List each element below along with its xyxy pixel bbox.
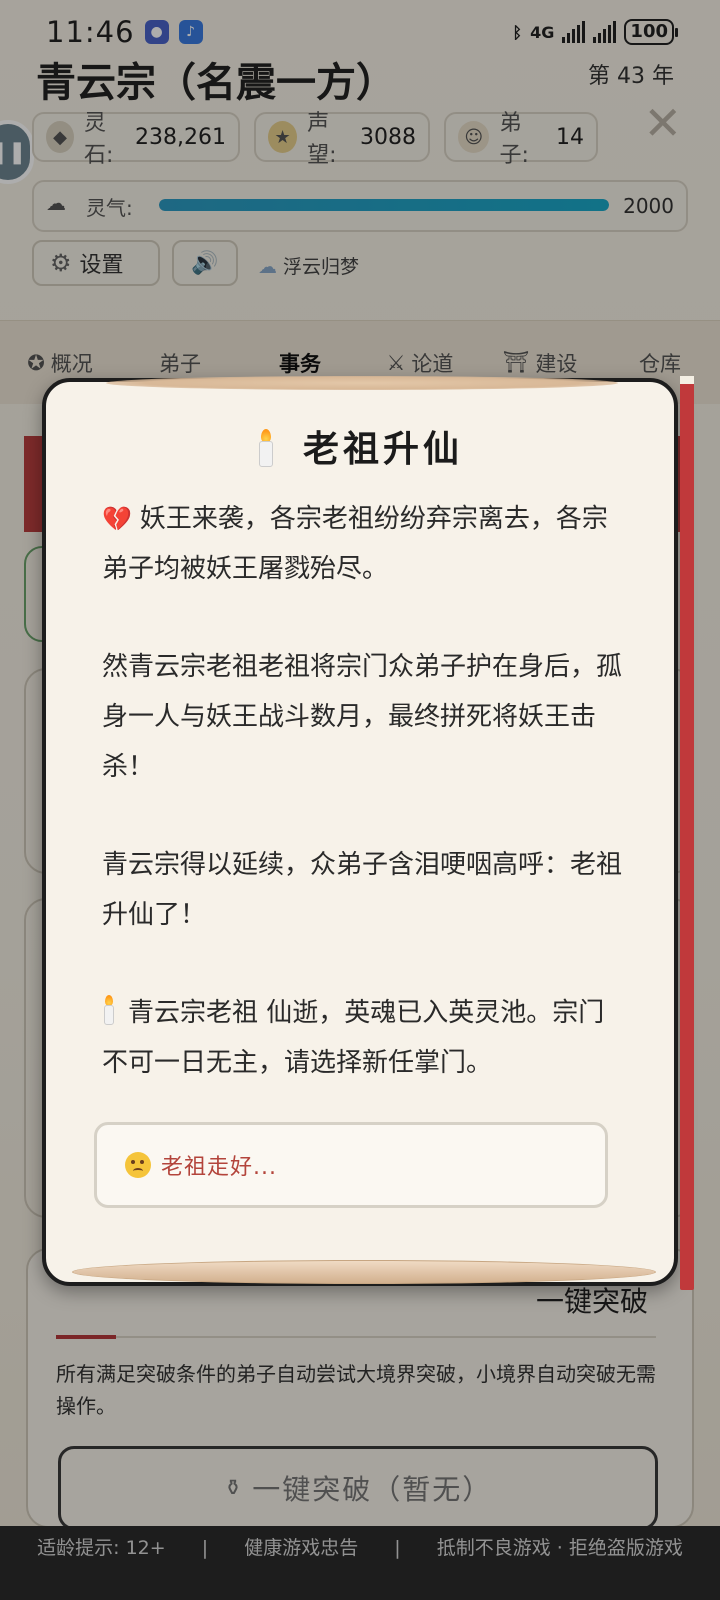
- scroll-bottom-roller: [72, 1260, 656, 1284]
- candle-small-icon: [102, 995, 116, 1025]
- story-paragraph-4-text: 青云宗老祖 仙逝，英魂已入英灵池。宗门不可一日无主，请选择新任掌门。: [102, 998, 605, 1078]
- dialog-story: 💔 妖王来袭，各宗老祖纷纷弃宗离去，各宗弟子均被妖王屠戮殆尽。 然青云宗老祖老祖将…: [102, 494, 622, 1136]
- candle-icon: [257, 429, 275, 467]
- farewell-button[interactable]: 老祖走好...: [94, 1122, 608, 1208]
- farewell-button-label: 老祖走好...: [161, 1155, 277, 1180]
- dialog-scrollbar[interactable]: [680, 376, 694, 1290]
- story-paragraph-1-text: 妖王来袭，各宗老祖纷纷弃宗离去，各宗弟子均被妖王屠戮殆尽。: [102, 504, 608, 584]
- dialog-title-text: 老祖升仙: [302, 428, 463, 470]
- dialog-title: 老祖升仙: [46, 420, 674, 472]
- crying-face-icon: [125, 1152, 151, 1178]
- story-paragraph-1: 💔 妖王来袭，各宗老祖纷纷弃宗离去，各宗弟子均被妖王屠戮殆尽。: [102, 494, 622, 594]
- ancestor-ascension-dialog: 老祖升仙 💔 妖王来袭，各宗老祖纷纷弃宗离去，各宗弟子均被妖王屠戮殆尽。 然青云宗…: [42, 376, 694, 1290]
- story-paragraph-4: 青云宗老祖 仙逝，英魂已入英灵池。宗门不可一日无主，请选择新任掌门。: [102, 988, 622, 1088]
- scroll-top-roller: [106, 376, 618, 390]
- broken-heart-icon: 💔: [102, 505, 132, 533]
- story-paragraph-2: 然青云宗老祖老祖将宗门众弟子护在身后，孤身一人与妖王战斗数月，最终拼死将妖王击杀…: [102, 652, 623, 782]
- story-paragraph-3: 青云宗得以延续，众弟子含泪哽咽高呼：老祖升仙了！: [102, 850, 623, 930]
